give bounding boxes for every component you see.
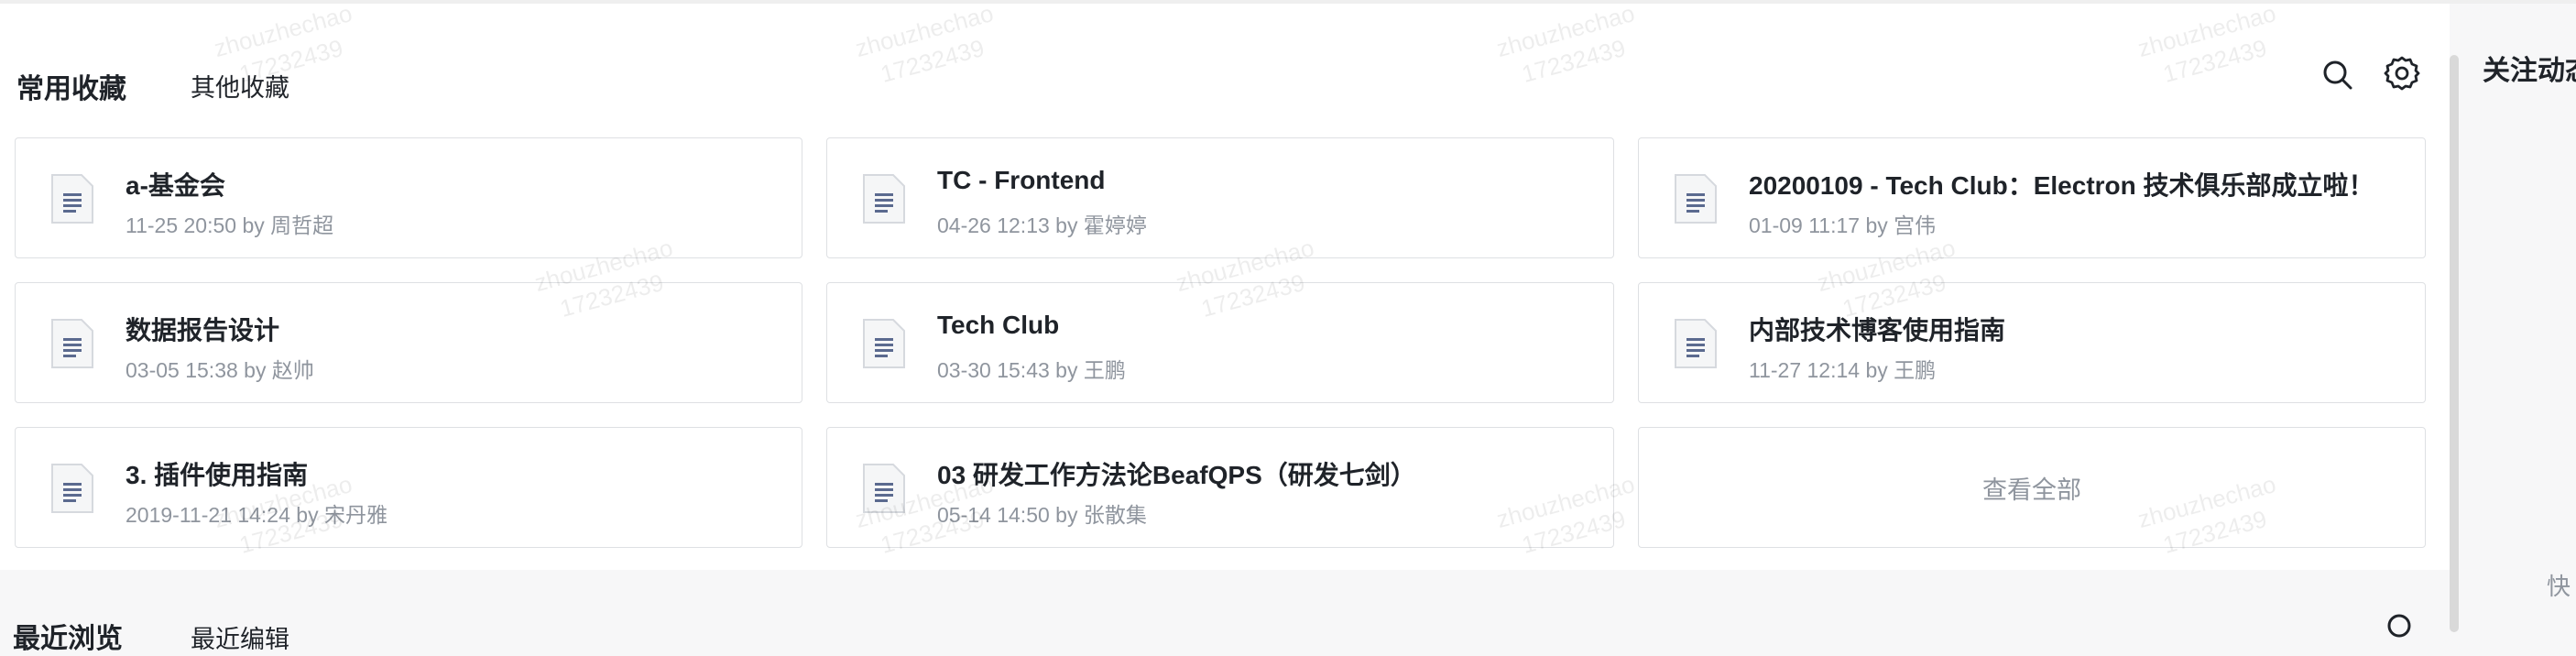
favorite-card[interactable]: 3. 插件使用指南 2019-11-21 14:24 by 宋丹雅 bbox=[15, 427, 802, 548]
scrollbar[interactable] bbox=[2450, 55, 2459, 632]
card-meta: 03-30 15:43 by 王鹏 bbox=[937, 358, 1126, 382]
gear-icon[interactable] bbox=[2382, 53, 2422, 93]
tab-frequent-favorites[interactable]: 常用收藏 bbox=[16, 66, 126, 106]
follow-feed-title: 关注动态 bbox=[2483, 56, 2576, 86]
tab-recent-viewed[interactable]: 最近浏览 bbox=[13, 616, 123, 656]
card-meta: 04-26 12:13 by 霍婷婷 bbox=[937, 213, 1147, 237]
card-title: 数据报告设计 bbox=[126, 316, 280, 344]
document-icon bbox=[862, 463, 906, 514]
card-meta: 2019-11-21 14:24 by 宋丹雅 bbox=[126, 503, 387, 527]
document-icon bbox=[50, 173, 94, 224]
card-title: Tech Club bbox=[937, 311, 1060, 339]
favorite-card[interactable]: Tech Club 03-30 15:43 by 王鹏 bbox=[826, 282, 1614, 403]
favorite-card[interactable]: a-基金会 11-25 20:50 by 周哲超 bbox=[15, 137, 802, 258]
document-icon bbox=[862, 173, 906, 224]
card-title: a-基金会 bbox=[126, 171, 225, 200]
search-icon[interactable] bbox=[2382, 608, 2422, 649]
favorite-card[interactable]: 内部技术博客使用指南 11-27 12:14 by 王鹏 bbox=[1638, 282, 2426, 403]
document-icon bbox=[50, 318, 94, 369]
favorite-card[interactable]: 数据报告设计 03-05 15:38 by 赵帅 bbox=[15, 282, 802, 403]
document-icon bbox=[50, 463, 94, 514]
quick-label: 快 bbox=[2547, 573, 2571, 600]
card-title: 3. 插件使用指南 bbox=[126, 461, 309, 489]
card-title: 03 研发工作方法论BeafQPS（研发七剑） bbox=[937, 461, 1416, 489]
card-meta: 03-05 15:38 by 赵帅 bbox=[126, 358, 314, 382]
tab-other-favorites[interactable]: 其他收藏 bbox=[191, 68, 289, 104]
tab-recent-edited[interactable]: 最近编辑 bbox=[191, 619, 289, 655]
card-title: TC - Frontend bbox=[937, 166, 1106, 194]
favorite-card[interactable]: TC - Frontend 04-26 12:13 by 霍婷婷 bbox=[826, 137, 1614, 258]
favorite-card[interactable]: 20200109 - Tech Club：Electron 技术俱乐部成立啦！ … bbox=[1638, 137, 2426, 258]
card-meta: 05-14 14:50 by 张散集 bbox=[937, 503, 1147, 527]
view-all-button[interactable]: 查看全部 bbox=[1638, 427, 2426, 548]
document-icon bbox=[1674, 318, 1718, 369]
card-meta: 11-27 12:14 by 王鹏 bbox=[1749, 358, 1937, 382]
favorite-card[interactable]: 03 研发工作方法论BeafQPS（研发七剑） 05-14 14:50 by 张… bbox=[826, 427, 1614, 548]
card-title: 20200109 - Tech Club：Electron 技术俱乐部成立啦！ bbox=[1749, 171, 2374, 200]
document-icon bbox=[862, 318, 906, 369]
card-meta: 11-25 20:50 by 周哲超 bbox=[126, 213, 334, 237]
document-icon bbox=[1674, 173, 1718, 224]
card-meta: 01-09 11:17 by 宫伟 bbox=[1749, 213, 1937, 237]
search-icon[interactable] bbox=[2318, 55, 2358, 95]
card-title: 内部技术博客使用指南 bbox=[1749, 316, 2006, 344]
